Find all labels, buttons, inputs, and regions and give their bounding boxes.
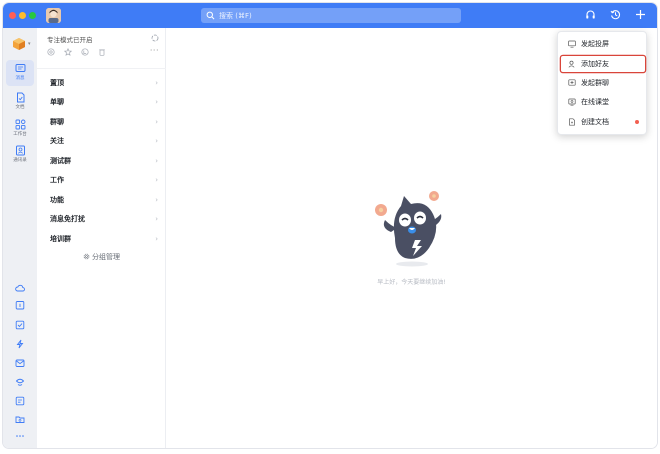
chevron-right-icon: › <box>155 176 158 184</box>
app-window: 搜索 (⌘F) ▾ 消息 文档 工作台 通讯录 专注模式已开启 ··· 置顶 ›… <box>3 3 657 448</box>
menu-item-screen-share[interactable]: 发起投屏 <box>561 36 645 52</box>
menu-item-label: 发起投屏 <box>581 40 609 48</box>
filter-toolbar: ··· <box>47 46 159 58</box>
mail-icon[interactable] <box>15 358 25 368</box>
zoom-window-button[interactable] <box>29 12 36 19</box>
group-label: 测试群 <box>50 157 71 165</box>
menu-item-label: 发起群聊 <box>581 79 609 87</box>
minutes-icon[interactable] <box>15 377 25 387</box>
user-avatar[interactable] <box>46 8 61 23</box>
chevron-right-icon: › <box>155 98 158 106</box>
app-logo-icon[interactable] <box>12 37 26 51</box>
cloud-icon[interactable] <box>15 283 25 293</box>
headset-icon[interactable] <box>584 8 597 21</box>
menu-item-create-doc[interactable]: 创建文档 <box>561 114 645 130</box>
rail-label: 消息 <box>15 76 25 81</box>
rail-item-workbench[interactable]: 工作台 <box>6 116 34 142</box>
folder-icon[interactable] <box>15 414 25 424</box>
menu-item-group-chat[interactable]: 发起群聊 <box>561 75 645 91</box>
group-item-work[interactable]: 工作 › <box>50 173 158 187</box>
search-icon <box>206 11 215 20</box>
group-label: 功能 <box>50 196 64 204</box>
menu-item-label: 在线课堂 <box>581 98 609 106</box>
group-item-group-chats[interactable]: 群聊 › <box>50 115 158 129</box>
group-item-training[interactable]: 培训群 › <box>50 232 158 246</box>
classroom-icon <box>568 98 576 106</box>
rail-label: 文档 <box>15 105 25 110</box>
chevron-down-icon[interactable]: ▾ <box>28 41 31 47</box>
create-doc-icon <box>569 118 575 126</box>
group-label: 消息免打扰 <box>50 215 85 223</box>
document-icon <box>16 92 24 103</box>
group-item-test-group[interactable]: 测试群 › <box>50 154 158 168</box>
menu-item-add-friend[interactable]: 添加好友 <box>561 56 645 72</box>
focus-mode-label: 专注模式已开启 <box>47 36 93 44</box>
group-label: 工作 <box>50 176 64 184</box>
chevron-right-icon: › <box>155 157 158 165</box>
group-item-muted[interactable]: 消息免打扰 › <box>50 212 158 226</box>
group-label: 群聊 <box>50 118 64 126</box>
group-item-following[interactable]: 关注 › <box>50 134 158 148</box>
plus-dropdown-menu: 发起投屏 添加好友 发起群聊 在线课堂 创建文档 <box>557 31 647 135</box>
screen-share-icon <box>568 40 576 48</box>
menu-item-online-class[interactable]: 在线课堂 <box>561 94 645 110</box>
minimize-window-button[interactable] <box>19 12 26 19</box>
list-divider <box>37 68 166 69</box>
rail-item-contacts[interactable]: 通讯录 <box>6 142 34 168</box>
focus-mode-icon[interactable] <box>151 34 159 42</box>
rail-item-messages[interactable]: 消息 <box>6 60 34 86</box>
star-icon[interactable] <box>64 48 72 56</box>
mascot-illustration <box>375 191 442 267</box>
conversation-list-panel: 专注模式已开启 ··· 置顶 › 单聊 › 群聊 › 关注 › 测试群 › 工作 › 功能 ›… <box>37 28 166 448</box>
chevron-right-icon: › <box>155 118 158 126</box>
lightning-icon[interactable] <box>15 339 25 349</box>
group-item-features[interactable]: 功能 › <box>50 193 158 207</box>
left-navigation-rail: ▾ 消息 文档 工作台 通讯录 <box>3 28 37 448</box>
group-manage-label: 分组管理 <box>92 253 120 261</box>
chevron-right-icon: › <box>155 196 158 204</box>
titlebar-actions <box>584 8 647 21</box>
greeting-text: 早上好，今天要继续加油! <box>377 279 446 286</box>
group-chat-icon <box>568 79 576 86</box>
history-icon[interactable] <box>609 8 622 21</box>
plus-icon[interactable] <box>634 8 647 21</box>
group-manage-button[interactable]: 分组管理 <box>37 252 166 262</box>
group-label: 关注 <box>50 137 64 145</box>
group-item-direct[interactable]: 单聊 › <box>50 95 158 109</box>
todo-icon[interactable] <box>15 320 25 330</box>
group-label: 培训群 <box>50 235 71 243</box>
more-icon[interactable] <box>15 431 25 441</box>
search-placeholder: 搜索 (⌘F) <box>219 11 252 20</box>
search-input[interactable]: 搜索 (⌘F) <box>201 8 461 23</box>
unread-icon[interactable] <box>81 48 89 56</box>
approval-icon[interactable] <box>15 396 25 406</box>
chevron-right-icon: › <box>155 235 158 243</box>
chevron-right-icon: › <box>155 137 158 145</box>
calendar-icon[interactable] <box>15 300 25 310</box>
more-options-button[interactable]: ··· <box>150 46 159 55</box>
group-label: 置顶 <box>50 79 64 87</box>
chevron-right-icon: › <box>155 215 158 223</box>
menu-item-label: 添加好友 <box>581 60 609 68</box>
close-window-button[interactable] <box>9 12 16 19</box>
group-item-pinned[interactable]: 置顶 › <box>50 76 158 90</box>
menu-item-label: 创建文档 <box>581 118 609 126</box>
new-badge-dot <box>635 120 639 124</box>
title-bar: 搜索 (⌘F) <box>3 3 657 28</box>
add-friend-icon <box>568 60 575 68</box>
group-label: 单聊 <box>50 98 64 106</box>
trash-icon[interactable] <box>98 48 106 56</box>
gear-icon <box>83 253 90 260</box>
rail-item-docs[interactable]: 文档 <box>6 89 34 115</box>
contacts-icon <box>15 145 25 156</box>
chevron-right-icon: › <box>155 79 158 87</box>
at-mention-icon[interactable] <box>47 48 55 56</box>
workbench-icon <box>15 119 25 130</box>
message-icon <box>15 64 25 72</box>
rail-label: 通讯录 <box>13 158 27 163</box>
rail-label: 工作台 <box>13 132 27 137</box>
focus-mode-status[interactable]: 专注模式已开启 <box>47 34 159 44</box>
